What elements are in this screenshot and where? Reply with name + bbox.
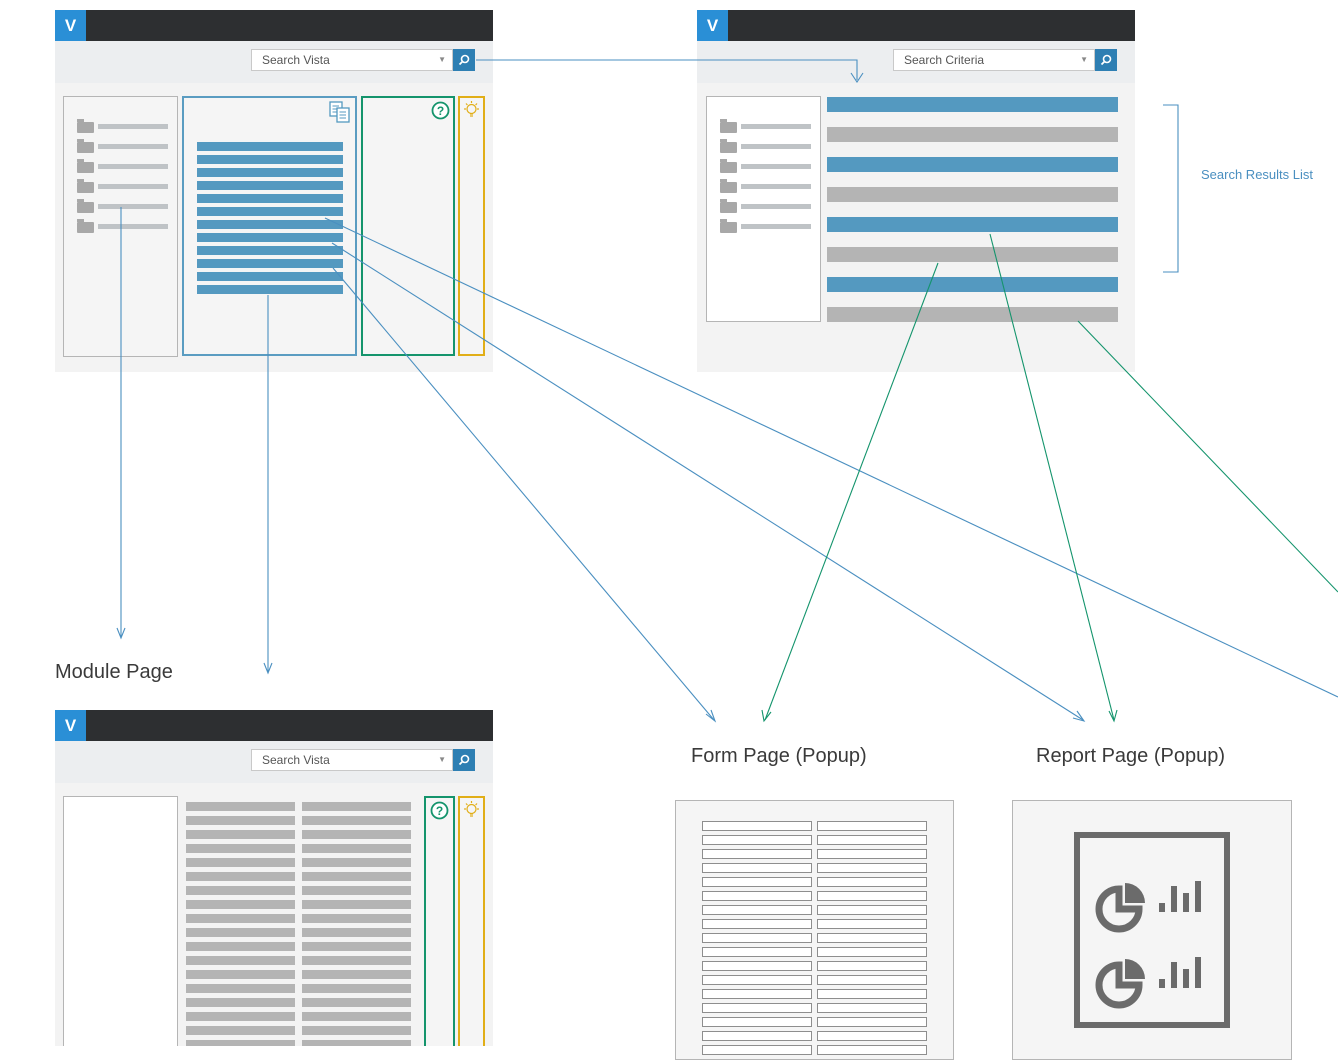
arrow-search-to-results (476, 59, 858, 80)
form-field[interactable] (817, 1045, 927, 1055)
arrow-result-to-report (989, 233, 1115, 721)
arrow-content-to-report (331, 242, 1084, 721)
arrow-result-to-form (764, 262, 939, 721)
arrow-content-to-form (332, 267, 715, 721)
form-field[interactable] (702, 1045, 812, 1055)
arrow-content-offpage (324, 217, 1338, 698)
connector-arrows (116, 59, 1338, 723)
arrow-result-offpage (1077, 320, 1338, 593)
results-bracket (1163, 104, 1179, 273)
